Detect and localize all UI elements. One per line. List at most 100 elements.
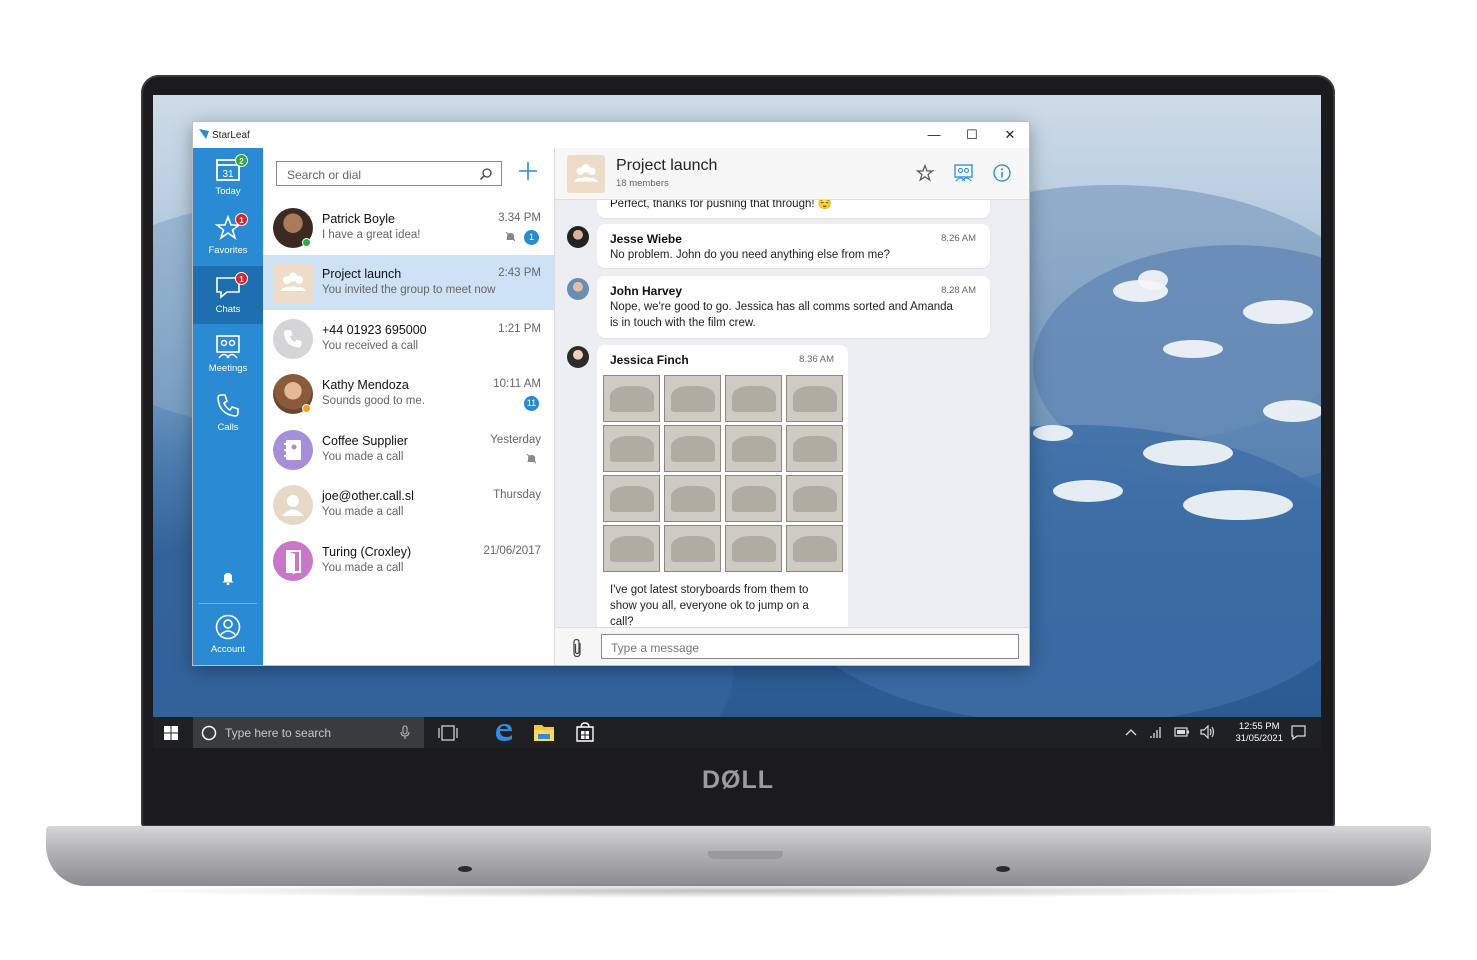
- message-text: No problem. John do you need anything el…: [610, 249, 890, 261]
- message-input[interactable]: Type a message: [601, 634, 1019, 659]
- file-explorer-icon[interactable]: [534, 723, 554, 741]
- meetings-icon: [216, 335, 240, 359]
- person-icon: [282, 495, 304, 516]
- contact-book-avatar: [273, 430, 313, 470]
- battery-icon[interactable]: [1174, 727, 1190, 737]
- info-icon[interactable]: [993, 164, 1011, 182]
- group-icon: [573, 164, 599, 182]
- nav-label-account: Account: [210, 644, 246, 655]
- conversation-subtitle: You made a call: [322, 562, 404, 574]
- nav-item-meetings[interactable]: Meetings: [193, 325, 263, 383]
- favorites-badge: 1: [235, 213, 248, 226]
- conversation-name: Patrick Boyle: [322, 212, 395, 226]
- nav-item-account[interactable]: Account: [193, 606, 263, 664]
- message-composer: Type a message: [555, 627, 1029, 665]
- laptop-brand-logo: DØLL: [701, 766, 775, 794]
- windows-start-icon[interactable]: [164, 726, 178, 740]
- message-time: 8.36 AM: [799, 354, 834, 365]
- conversation-item[interactable]: Turing (Croxley) You made a call 21/06/2…: [263, 533, 554, 588]
- minimize-button[interactable]: —: [915, 122, 953, 148]
- conversation-name: Coffee Supplier: [322, 434, 408, 448]
- phone-icon: [284, 330, 302, 348]
- close-button[interactable]: ✕: [991, 122, 1029, 148]
- conversation-item-active[interactable]: Project launch You invited the group to …: [263, 255, 554, 310]
- storyboard-panel: [603, 425, 660, 472]
- search-input[interactable]: Search or dial: [276, 161, 502, 186]
- chat-title: Project launch: [616, 157, 718, 174]
- volume-icon[interactable]: [1200, 725, 1216, 739]
- avatar: [567, 226, 589, 248]
- conversation-item[interactable]: Coffee Supplier You made a call Yesterda…: [263, 422, 554, 477]
- message-list[interactable]: Perfect, thanks for pushing that through…: [555, 200, 1029, 627]
- storyboard-panel: [664, 425, 721, 472]
- conversation-item[interactable]: joe@other.call.sl You made a call Thursd…: [263, 477, 554, 532]
- phone-icon: [217, 394, 239, 417]
- clock-time: 12:55 PM: [1238, 721, 1280, 732]
- conversation-subtitle: You made a call: [322, 506, 404, 518]
- storyboard-panel: [603, 525, 660, 572]
- bell-icon[interactable]: [221, 571, 235, 585]
- paperclip-icon[interactable]: [571, 638, 583, 658]
- clock-date: 31/05/2021: [1235, 733, 1283, 744]
- nav-item-chats[interactable]: 1 Chats: [193, 266, 263, 324]
- title-bar[interactable]: StarLeaf — ☐ ✕: [193, 122, 1029, 148]
- conversation-item[interactable]: Patrick Boyle I have a great idea! 3.34 …: [263, 200, 554, 255]
- message-text-line-2: show you all, everyone ok to jump on a: [610, 600, 809, 612]
- muted-bell-icon: [505, 231, 516, 242]
- maximize-button[interactable]: ☐: [953, 122, 991, 148]
- starleaf-window: StarLeaf — ☐ ✕ 31 2 Today 1 Favorites 1 …: [193, 122, 1029, 665]
- conversation-subtitle: You invited the group to meet now: [322, 284, 496, 296]
- conversation-name: Project launch: [322, 267, 402, 281]
- plus-icon: [519, 162, 537, 180]
- message-bubble: Jessica Finch 8.36 AM I've got latest st…: [597, 345, 848, 627]
- message-time: 8.28 AM: [941, 285, 976, 296]
- meet-now-icon[interactable]: [954, 164, 973, 182]
- taskbar-clock[interactable]: 12:55 PM 31/05/2021: [1235, 721, 1283, 745]
- storyboard-panel: [725, 425, 782, 472]
- storyboard-panel: [725, 375, 782, 422]
- store-icon[interactable]: [576, 722, 594, 742]
- nav-item-favorites[interactable]: 1 Favorites: [193, 207, 263, 265]
- group-icon: [280, 272, 306, 291]
- unread-count-badge: 11: [524, 396, 539, 411]
- message-text-line-3: call?: [610, 616, 634, 627]
- chevron-up-icon[interactable]: [1125, 727, 1137, 737]
- message-text-line-1: Nope, we're good to go. Jessica has all …: [610, 301, 953, 313]
- conversation-item[interactable]: +44 01923 695000 You received a call 1:2…: [263, 311, 554, 366]
- network-icon[interactable]: [1150, 726, 1164, 739]
- message-author: John Harvey: [610, 284, 683, 298]
- nav-divider: [199, 603, 257, 604]
- action-center-icon[interactable]: [1291, 725, 1306, 740]
- message-text: Perfect, thanks for pushing that through…: [610, 200, 833, 210]
- laptop-foot: [996, 866, 1010, 872]
- search-icon: [479, 168, 492, 181]
- microphone-icon[interactable]: [400, 725, 410, 740]
- muted-bell-icon: [526, 453, 537, 464]
- new-conversation-button[interactable]: [515, 158, 541, 184]
- online-status-dot: [302, 238, 311, 247]
- message-bubble: Jesse Wiebe 8.26 AM No problem. John do …: [597, 224, 990, 268]
- nav-item-today[interactable]: 31 2 Today: [193, 148, 263, 206]
- star-icon[interactable]: [916, 164, 934, 182]
- conversation-subtitle: I have a great idea!: [322, 229, 421, 241]
- storyboard-panel: [725, 525, 782, 572]
- phone-avatar: [273, 319, 313, 359]
- search-placeholder: Search or dial: [287, 168, 362, 182]
- contact-book-icon: [284, 440, 301, 460]
- edge-browser-icon[interactable]: [494, 722, 514, 742]
- taskbar-search-input[interactable]: Type here to search: [193, 717, 424, 748]
- conversation-time: 21/06/2017: [483, 545, 541, 557]
- conversation-name: Turing (Croxley): [322, 545, 412, 559]
- storyboard-image[interactable]: [603, 375, 845, 574]
- avatar: [567, 278, 589, 300]
- starleaf-logo-icon: [199, 129, 209, 139]
- conversation-item[interactable]: Kathy Mendoza Sounds good to me. 10:11 A…: [263, 366, 554, 421]
- message-author: Jessica Finch: [610, 353, 689, 367]
- room-avatar: [273, 541, 313, 581]
- nav-item-calls[interactable]: Calls: [193, 384, 263, 442]
- message-text-line-1: I've got latest storyboards from them to: [610, 584, 809, 596]
- task-view-icon[interactable]: [438, 725, 458, 741]
- away-status-dot: [302, 404, 311, 413]
- chats-badge: 1: [235, 272, 248, 285]
- today-badge: 2: [235, 154, 248, 167]
